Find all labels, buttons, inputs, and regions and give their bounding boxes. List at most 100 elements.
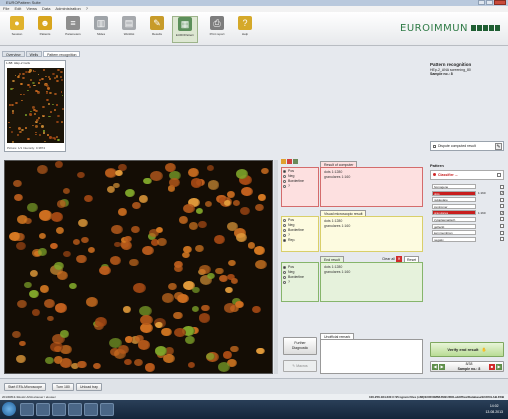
slides-button[interactable]: ▥ Slides — [88, 16, 114, 43]
pattern-row[interactable]: homogene — [432, 184, 504, 189]
dispute-checkbox[interactable] — [433, 145, 436, 148]
cell-nucleus — [17, 127, 21, 130]
tab-wells[interactable]: Wells — [25, 51, 43, 57]
taskbar-app-icon[interactable] — [52, 403, 66, 416]
pattern-row[interactable]: zentromer — [432, 203, 504, 209]
pattern-checkbox[interactable]: ✓ — [500, 210, 504, 215]
pattern-checkbox[interactable] — [500, 237, 504, 242]
edit-icon[interactable]: ✎ — [495, 143, 502, 150]
cell-nucleus — [62, 187, 70, 194]
next-icon[interactable] — [287, 159, 292, 164]
visual-option-rep[interactable]: Rep. — [283, 238, 304, 243]
cell-nucleus — [196, 208, 204, 214]
taskbar-app-icon[interactable] — [100, 403, 114, 416]
close-button[interactable] — [494, 0, 506, 5]
pattern-checkbox[interactable] — [500, 230, 504, 235]
cell-nucleus — [241, 186, 253, 197]
classifier-label[interactable]: Classifier ... — [438, 173, 458, 177]
next-sample-icon[interactable]: ▶ — [439, 364, 445, 370]
print-icon: ⎙ — [210, 16, 224, 30]
stop-icon[interactable]: ■ — [489, 364, 495, 370]
maximize-button[interactable] — [486, 0, 493, 5]
computer-result-line: granulares 1:160 — [324, 175, 351, 179]
cell-nucleus — [21, 77, 25, 80]
brand-logo: EUROIMMUN — [400, 23, 468, 34]
tab-overview[interactable]: Overview — [2, 51, 25, 57]
turn-180-button[interactable]: Turn 180 — [52, 383, 74, 391]
taskbar-app-icon[interactable] — [20, 403, 34, 416]
pattern-checkbox[interactable]: ✓ — [500, 191, 504, 196]
cell-nucleus — [37, 248, 47, 256]
nav-icon[interactable] — [293, 159, 298, 164]
toolbar: ● Session ☻ Patients ≡ Parameters ▥ Slid… — [0, 12, 508, 46]
start-button[interactable] — [2, 402, 16, 416]
pattern-row[interactable]: zytoplasmatisch — [432, 216, 504, 222]
classifier-checkbox[interactable] — [497, 173, 501, 177]
preview-thumbnail[interactable] — [7, 68, 64, 143]
cell-nucleus — [55, 303, 68, 314]
computer-option-unknown[interactable]: ? — [283, 184, 304, 189]
session-button[interactable]: ● Session — [4, 16, 30, 43]
microscope-image[interactable] — [4, 160, 273, 374]
further-diagnostic-button[interactable]: Further Diagnostic — [283, 337, 317, 355]
unload-tray-button[interactable]: Unload tray — [76, 383, 102, 391]
cell-nucleus — [149, 170, 163, 182]
print-report-button[interactable]: ⎙ Print report — [204, 16, 230, 43]
start-microscope-button[interactable]: Start EFA-Microscope — [4, 383, 47, 391]
cell-nucleus — [76, 254, 87, 263]
minimize-button[interactable] — [478, 0, 485, 5]
pattern-checkbox[interactable] — [500, 184, 504, 189]
session-label: Session — [11, 32, 23, 36]
pattern-row[interactable]: kernmembran — [432, 230, 504, 236]
cell-nucleus — [30, 270, 39, 277]
cell-nucleus — [63, 251, 72, 258]
parameters-button[interactable]: ≡ Parameters — [60, 16, 86, 43]
cell-nucleus — [27, 137, 30, 140]
cell-nucleus — [219, 275, 229, 283]
taskbar-app-icon[interactable] — [84, 403, 98, 416]
end-result-box[interactable]: dots 1:1280 granulares 1:160 — [320, 262, 423, 302]
pattern-row[interactable]: nukleolare — [432, 197, 504, 203]
cell-nucleus — [52, 73, 55, 76]
prev-icon[interactable] — [281, 159, 286, 164]
pattern-checkbox[interactable] — [500, 217, 504, 222]
visual-result-box[interactable]: dots 1:1280 granulares 1:160 — [320, 216, 423, 252]
pattern-row[interactable]: negativ — [432, 236, 504, 242]
cell-nucleus — [45, 91, 49, 94]
pattern-row[interactable]: gefleckt — [432, 223, 504, 229]
worklist-button[interactable]: ▤ Worklist — [116, 16, 142, 43]
previous-sample-icon[interactable]: ◀ — [432, 364, 438, 370]
taskbar-app-icon[interactable] — [68, 403, 82, 416]
cell-nucleus — [60, 71, 63, 73]
results-button[interactable]: ✎ Results — [144, 16, 170, 43]
results-icon: ✎ — [150, 16, 164, 30]
unofficial-remark-field[interactable] — [320, 339, 423, 374]
cell-nucleus — [256, 347, 265, 355]
macros-button[interactable]: ✎ Macros — [283, 360, 317, 372]
cell-nucleus — [17, 76, 20, 79]
pattern-checkbox[interactable] — [500, 197, 504, 202]
taskbar-app-icon[interactable] — [36, 403, 50, 416]
pattern-row[interactable]: granulares 1:160 ✓ — [432, 210, 504, 216]
cell-nucleus — [34, 112, 37, 115]
verify-end-result-button[interactable]: Verify end result ✋ — [430, 342, 504, 357]
cell-nucleus — [214, 235, 226, 244]
cell-nucleus — [55, 75, 59, 78]
pattern-name: dots — [432, 190, 476, 196]
taskbar-clock[interactable]: 14:02 13.08.2013 — [485, 403, 503, 415]
cell-nucleus — [7, 121, 10, 124]
end-option-unknown[interactable]: ? — [283, 280, 304, 285]
cell-nucleus — [37, 165, 49, 174]
splitter[interactable] — [274, 160, 278, 374]
pattern-row[interactable]: dots 1:160 ✓ — [432, 190, 504, 196]
last-sample-icon[interactable]: ▶ — [496, 364, 502, 370]
pattern-checkbox[interactable] — [500, 224, 504, 229]
help-button[interactable]: ? Help — [232, 16, 258, 43]
cell-nucleus — [47, 75, 51, 78]
tab-pattern-recognition[interactable]: Pattern recognition — [43, 51, 81, 57]
cell-nucleus — [59, 75, 62, 78]
europattern-button[interactable]: ▦ EUROPattern — [172, 16, 198, 43]
pattern-name: negativ — [432, 236, 476, 242]
pattern-checkbox[interactable] — [500, 204, 504, 209]
patients-button[interactable]: ☻ Patients — [32, 16, 58, 43]
